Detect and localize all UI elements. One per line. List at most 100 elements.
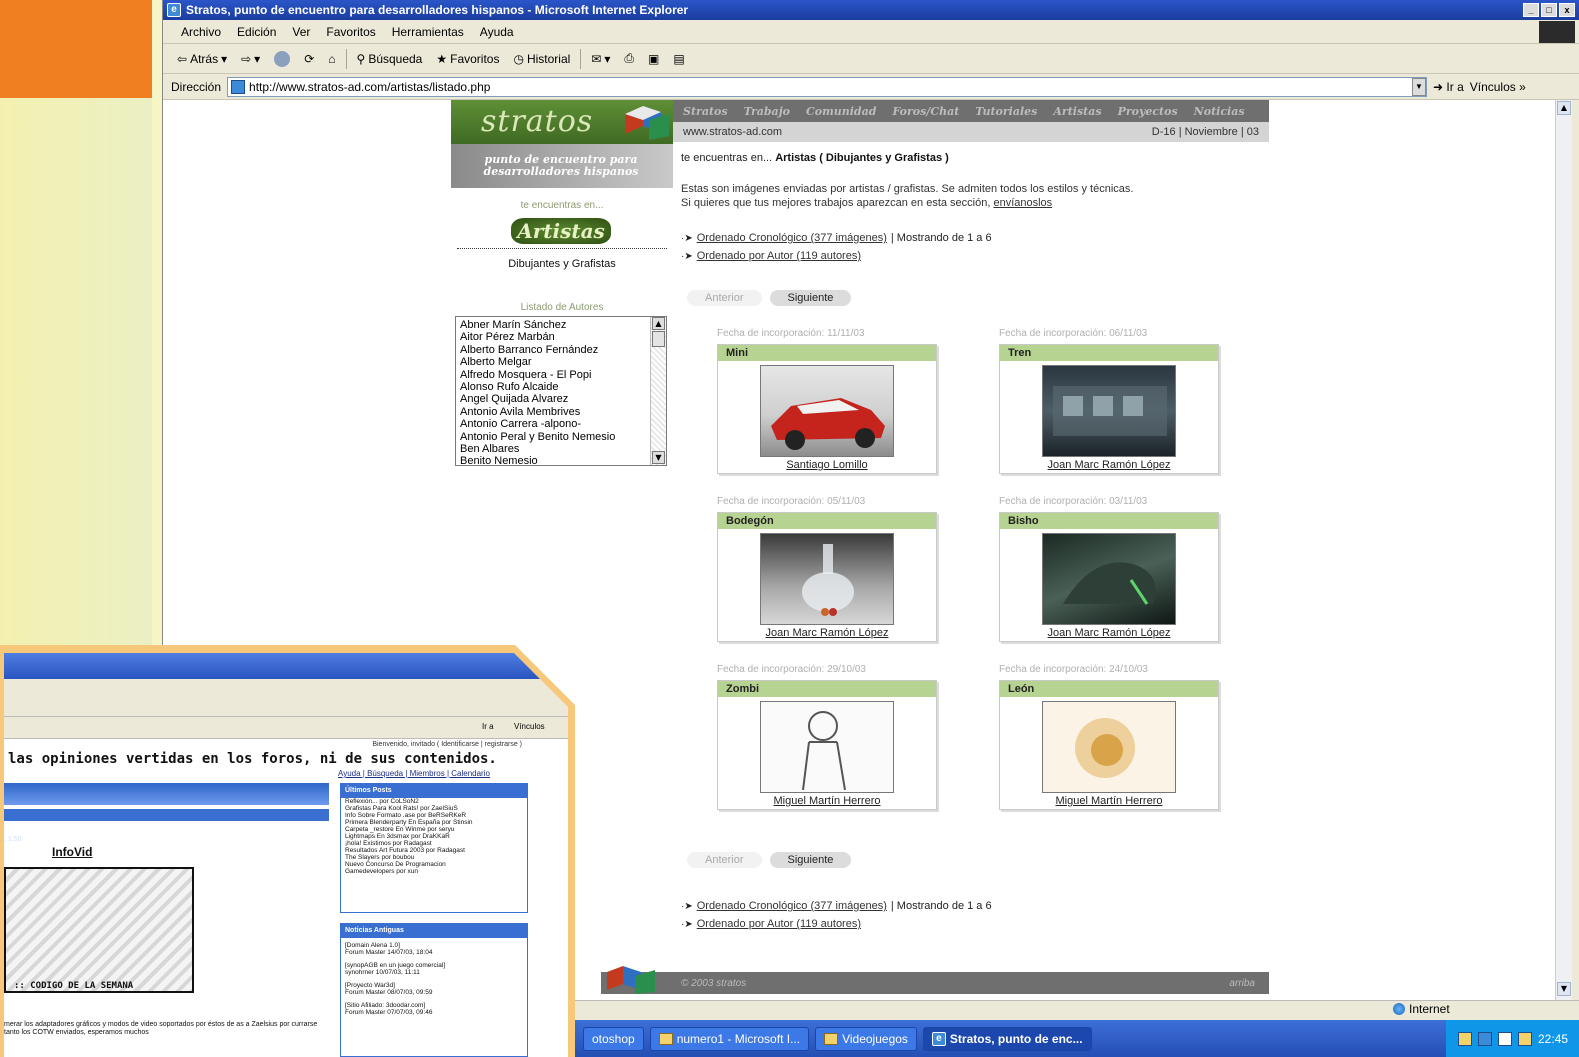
task-photoshop[interactable]: otoshop bbox=[583, 1026, 644, 1051]
overlay-news-item[interactable]: [Sitio Afiliado: 3doodar.com] bbox=[341, 1002, 527, 1009]
task-videojuegos[interactable]: Videojuegos bbox=[815, 1026, 917, 1051]
stop-button[interactable] bbox=[270, 50, 294, 67]
card-author-link[interactable]: Miguel Martín Herrero bbox=[1000, 795, 1218, 807]
back-to-top-link[interactable]: arriba bbox=[1229, 978, 1255, 989]
artwork-thumbnail[interactable] bbox=[1042, 533, 1176, 625]
artwork-thumbnail[interactable] bbox=[760, 365, 894, 457]
author-option[interactable]: Antonio Carrera -alpono- bbox=[460, 418, 650, 430]
author-option[interactable]: Aitor Pérez Marbán bbox=[460, 331, 650, 343]
author-option[interactable]: Abner Marín Sánchez bbox=[460, 319, 650, 331]
scroll-down-icon[interactable]: ▼ bbox=[652, 451, 665, 464]
artwork-thumbnail[interactable] bbox=[760, 701, 894, 793]
artwork-card[interactable]: Fecha de incorporación: 06/11/03 Tren Jo… bbox=[999, 328, 1219, 474]
overlay-post[interactable]: Resultados Art Futura 2003 por Radagast bbox=[341, 847, 527, 854]
overlay-post[interactable]: ¡hola! Existimos por Radagast bbox=[341, 840, 527, 847]
back-button[interactable]: ⇦ Atrás ▾ bbox=[173, 52, 231, 66]
sort-author-link[interactable]: Ordenado por Autor (119 autores) bbox=[697, 250, 861, 262]
next-button[interactable]: Siguiente bbox=[769, 290, 852, 306]
site-logo[interactable]: stratos bbox=[451, 100, 673, 144]
overlay-post[interactable]: The Slayers por boubou bbox=[341, 854, 527, 861]
menu-ver[interactable]: Ver bbox=[284, 25, 318, 39]
maximize-button[interactable]: □ bbox=[1541, 3, 1557, 17]
nav-noticias[interactable]: Noticias bbox=[1194, 105, 1245, 118]
menu-archivo[interactable]: Archivo bbox=[173, 25, 229, 39]
nav-stratos[interactable]: Stratos bbox=[683, 105, 728, 118]
mail-button[interactable]: ✉ ▾ bbox=[587, 52, 614, 66]
nav-foros-chat[interactable]: Foros/Chat bbox=[892, 105, 959, 118]
artwork-thumbnail[interactable] bbox=[760, 533, 894, 625]
send-them-link[interactable]: envíanoslos bbox=[993, 197, 1052, 209]
overlay-post[interactable]: Gamedevelopers por xun bbox=[341, 868, 527, 875]
nav-trabajo[interactable]: Trabajo bbox=[744, 105, 790, 118]
nav-tutoriales[interactable]: Tutoriales bbox=[975, 105, 1037, 118]
scroll-thumb[interactable] bbox=[652, 331, 665, 347]
title-bar[interactable]: e Stratos, punto de encuentro para desar… bbox=[163, 0, 1579, 20]
prev-button[interactable]: Anterior bbox=[687, 290, 762, 306]
author-option[interactable]: Alfredo Mosquera - El Popi bbox=[460, 369, 650, 381]
address-dropdown-icon[interactable]: ▼ bbox=[1412, 77, 1427, 96]
menu-favoritos[interactable]: Favoritos bbox=[318, 25, 383, 39]
overlay-post[interactable]: Reflexión... por CoLSoN2 bbox=[341, 798, 527, 805]
overlay-go-button[interactable]: Ir a bbox=[482, 722, 494, 731]
task-stratos[interactable]: e Stratos, punto de enc... bbox=[922, 1026, 1092, 1051]
nav-comunidad[interactable]: Comunidad bbox=[806, 105, 876, 118]
overlay-post[interactable]: Carpeta _restore En Winme por seryu bbox=[341, 826, 527, 833]
author-option[interactable]: Ben Albares bbox=[460, 443, 650, 455]
overlay-post[interactable]: Info Sobre Formato .ase por BeRSeRKeR bbox=[341, 812, 527, 819]
artwork-card[interactable]: Fecha de incorporación: 11/11/03 Mini Sa… bbox=[717, 328, 937, 474]
card-author-link[interactable]: Joan Marc Ramón López bbox=[1000, 627, 1218, 639]
history-button[interactable]: ◷ Historial bbox=[509, 52, 574, 66]
next-button[interactable]: Siguiente bbox=[769, 852, 852, 868]
overlay-links-button[interactable]: Vínculos bbox=[514, 722, 545, 731]
overlay-post[interactable]: Grafistas Para Kool Rats! por ZaelSiuS bbox=[341, 805, 527, 812]
tray-media-icon[interactable] bbox=[1497, 1031, 1512, 1046]
scroll-down-icon[interactable]: ▼ bbox=[1557, 982, 1571, 996]
search-button[interactable]: ⚲ Búsqueda bbox=[353, 52, 427, 66]
tray-volume-icon[interactable] bbox=[1517, 1031, 1532, 1046]
author-option[interactable]: Alonso Rufo Alcaide bbox=[460, 381, 650, 393]
favorites-button[interactable]: ★ Favoritos bbox=[432, 52, 503, 66]
artwork-card[interactable]: Fecha de incorporación: 24/10/03 León Mi… bbox=[999, 664, 1219, 810]
scroll-up-icon[interactable]: ▲ bbox=[1557, 101, 1571, 115]
overlay-news-item[interactable]: [Domain Alena 1.0] bbox=[341, 942, 527, 949]
links-button[interactable]: Vínculos » bbox=[1470, 80, 1526, 94]
nav-proyectos[interactable]: Proyectos bbox=[1118, 105, 1178, 118]
menu-ayuda[interactable]: Ayuda bbox=[472, 25, 522, 39]
overlay-news-item[interactable]: [Proyecto War3d] bbox=[341, 982, 527, 989]
nav-artistas[interactable]: Artistas bbox=[1053, 105, 1101, 118]
artwork-card[interactable]: Fecha de incorporación: 05/11/03 Bodegón… bbox=[717, 496, 937, 642]
forward-button[interactable]: ⇨ ▾ bbox=[237, 52, 264, 66]
card-author-link[interactable]: Miguel Martín Herrero bbox=[718, 795, 936, 807]
minimize-button[interactable]: _ bbox=[1523, 3, 1539, 17]
tray-language-icon[interactable] bbox=[1477, 1031, 1492, 1046]
author-option[interactable]: Antonio Peral y Benito Nemesio bbox=[460, 431, 650, 443]
menu-edicion[interactable]: Edición bbox=[229, 25, 284, 39]
sort-chrono-link[interactable]: Ordenado Cronológico (377 imágenes) bbox=[697, 900, 887, 912]
overlay-nav-links[interactable]: Ayuda | Búsqueda | Miembros | Calendario bbox=[338, 769, 490, 778]
overlay-news-item[interactable]: [synopAGB en un juego comercial] bbox=[341, 962, 527, 969]
author-option[interactable]: Antonio Avila Membrives bbox=[460, 406, 650, 418]
author-option[interactable]: Alberto Melgar bbox=[460, 356, 650, 368]
prev-button[interactable]: Anterior bbox=[687, 852, 762, 868]
author-option[interactable]: Angel Quijada Alvarez bbox=[460, 393, 650, 405]
scroll-up-icon[interactable]: ▲ bbox=[652, 317, 665, 330]
sort-author-link[interactable]: Ordenado por Autor (119 autores) bbox=[697, 918, 861, 930]
refresh-button[interactable]: ⟳ bbox=[300, 52, 318, 66]
card-author-link[interactable]: Joan Marc Ramón López bbox=[1000, 459, 1218, 471]
sort-chrono-link[interactable]: Ordenado Cronológico (377 imágenes) bbox=[697, 232, 887, 244]
page-scrollbar[interactable]: ▲ ▼ bbox=[1555, 100, 1572, 1000]
authors-scrollbar[interactable]: ▲ ▼ bbox=[650, 317, 666, 465]
discuss-button[interactable]: ▤ bbox=[669, 52, 688, 66]
authors-listbox[interactable]: Abner Marín Sánchez Aitor Pérez Marbán A… bbox=[455, 316, 667, 466]
overlay-infovid-link[interactable]: InfoVid bbox=[52, 845, 92, 859]
tray-network-icon[interactable] bbox=[1457, 1031, 1472, 1046]
address-input[interactable]: http://www.stratos-ad.com/artistas/lista… bbox=[227, 76, 1428, 97]
card-author-link[interactable]: Santiago Lomillo bbox=[718, 459, 936, 471]
artwork-card[interactable]: Fecha de incorporación: 03/11/03 Bisho J… bbox=[999, 496, 1219, 642]
artwork-thumbnail[interactable] bbox=[1042, 701, 1176, 793]
menu-herramientas[interactable]: Herramientas bbox=[384, 25, 472, 39]
edit-button[interactable]: ▣ bbox=[644, 52, 663, 66]
home-button[interactable]: ⌂ bbox=[324, 52, 339, 66]
go-button[interactable]: ➜ Ir a bbox=[1433, 80, 1464, 94]
artwork-thumbnail[interactable] bbox=[1042, 365, 1176, 457]
